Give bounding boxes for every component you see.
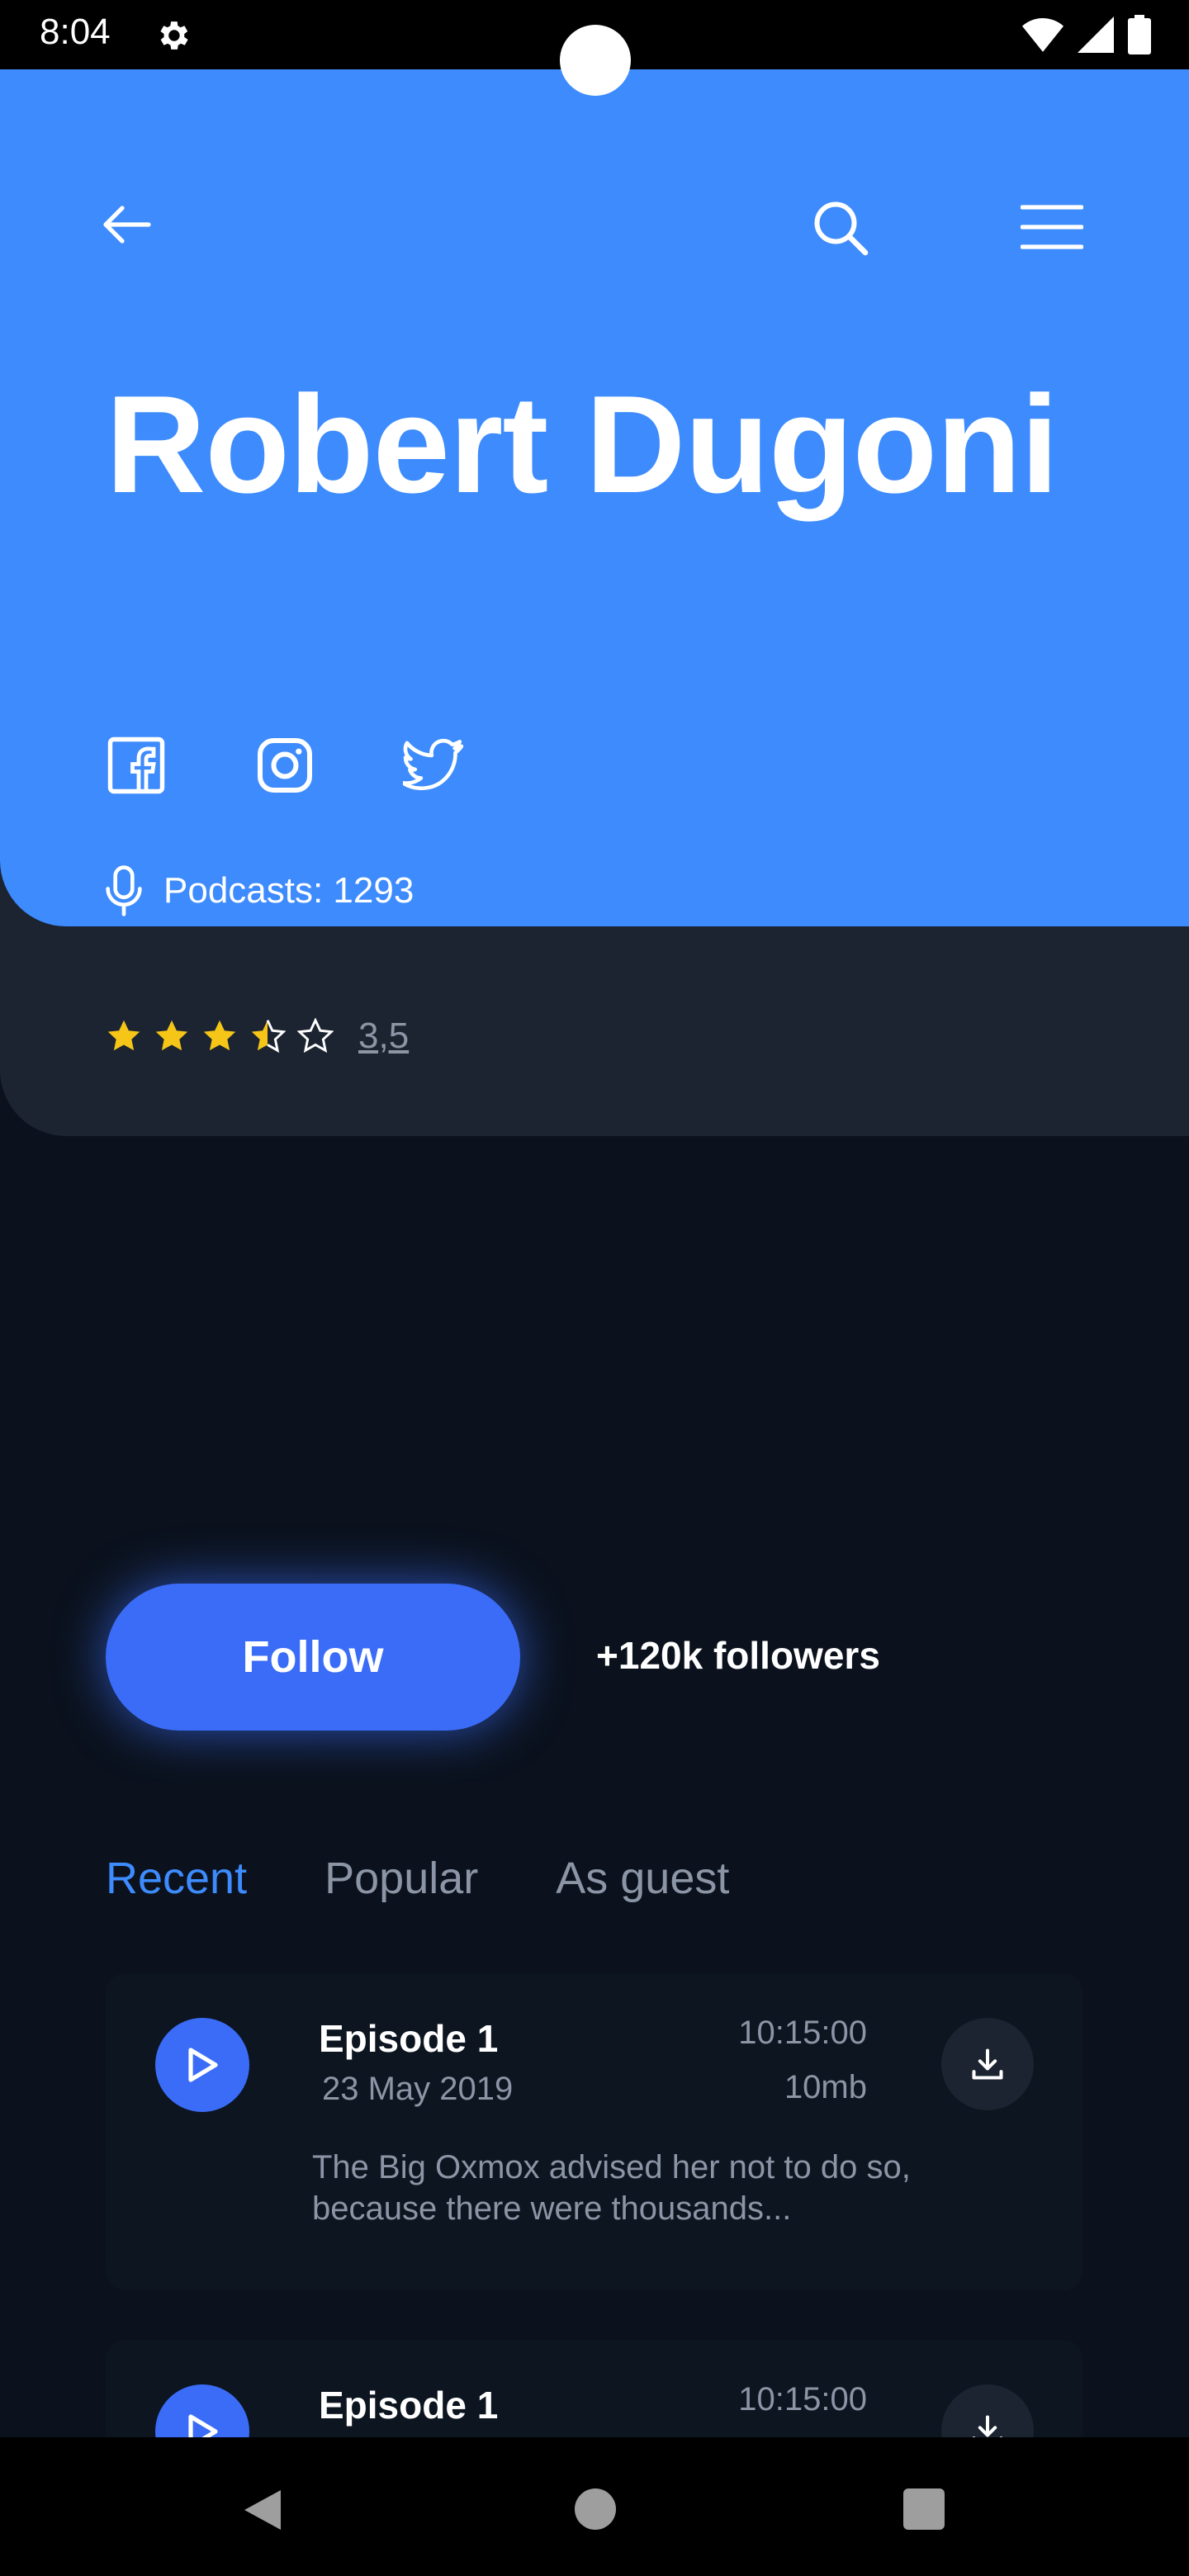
back-button[interactable] xyxy=(97,195,157,254)
instagram-icon xyxy=(258,738,312,793)
profile-name: Robert Dugoni xyxy=(106,367,1059,522)
star-icon xyxy=(203,1020,236,1051)
nav-back-icon[interactable] xyxy=(241,2487,284,2533)
facebook-icon xyxy=(107,736,165,794)
star-half-icon xyxy=(251,1020,286,1054)
podcasts-label: Podcasts: 1293 xyxy=(163,870,414,911)
episode-title: Episode 1 xyxy=(319,2017,499,2060)
star-icon xyxy=(107,1020,140,1051)
tab-as-guest[interactable]: As guest xyxy=(556,1853,729,1904)
rating-value[interactable]: 3,5 xyxy=(358,1016,409,1057)
episode-duration: 10:15:00 xyxy=(738,2015,867,2051)
menu-button[interactable] xyxy=(1021,198,1083,256)
camera-cutout xyxy=(560,25,631,96)
twitter-icon xyxy=(403,738,464,791)
episode-date: 23 May 2019 xyxy=(322,2071,514,2107)
follow-button[interactable]: Follow xyxy=(106,1584,520,1731)
facebook-link[interactable] xyxy=(106,735,167,796)
play-icon xyxy=(188,2048,218,2082)
episode-description: The Big Oxmox advised her not to do so, … xyxy=(312,2149,911,2227)
episode-card[interactable]: Episode 1 23 May 2019 10:15:00 10mb The … xyxy=(106,1973,1083,2290)
episode-tabs: Recent Popular As guest xyxy=(106,1853,729,1904)
star-icon xyxy=(155,1020,188,1051)
download-button[interactable] xyxy=(941,2018,1034,2110)
instagram-link[interactable] xyxy=(254,735,315,796)
menu-icon xyxy=(1021,205,1083,249)
nav-recents-icon[interactable] xyxy=(903,2488,945,2530)
status-icons xyxy=(1022,15,1151,54)
followers-count: +120k followers xyxy=(596,1634,880,1677)
episode-duration: 10:15:00 xyxy=(738,2381,867,2417)
status-time: 8:04 xyxy=(40,12,111,52)
play-button[interactable] xyxy=(155,2018,249,2112)
tab-recent[interactable]: Recent xyxy=(106,1853,247,1904)
download-icon xyxy=(972,2048,1003,2080)
search-button[interactable] xyxy=(808,195,874,261)
battery-icon xyxy=(1128,15,1151,54)
back-arrow-icon xyxy=(103,206,151,244)
search-icon xyxy=(814,201,869,256)
nav-home-icon[interactable] xyxy=(575,2488,616,2530)
signal-icon xyxy=(1078,17,1114,53)
tab-popular[interactable]: Popular xyxy=(324,1853,478,1904)
settings-gear-icon xyxy=(160,21,188,50)
episode-title: Episode 1 xyxy=(319,2384,499,2427)
profile-header: Robert Dugoni Podcasts: 1293 xyxy=(0,69,1189,926)
twitter-link[interactable] xyxy=(403,735,464,796)
podcasts-count: Podcasts: 1293 xyxy=(102,865,414,916)
microphone-icon xyxy=(106,865,142,916)
episode-size: 10mb xyxy=(784,2069,867,2105)
system-nav-bar xyxy=(0,2437,1189,2576)
wifi-icon xyxy=(1022,18,1063,52)
rating: 3,5 xyxy=(106,1016,409,1057)
social-links xyxy=(106,735,464,796)
star-empty-icon xyxy=(297,1018,334,1054)
